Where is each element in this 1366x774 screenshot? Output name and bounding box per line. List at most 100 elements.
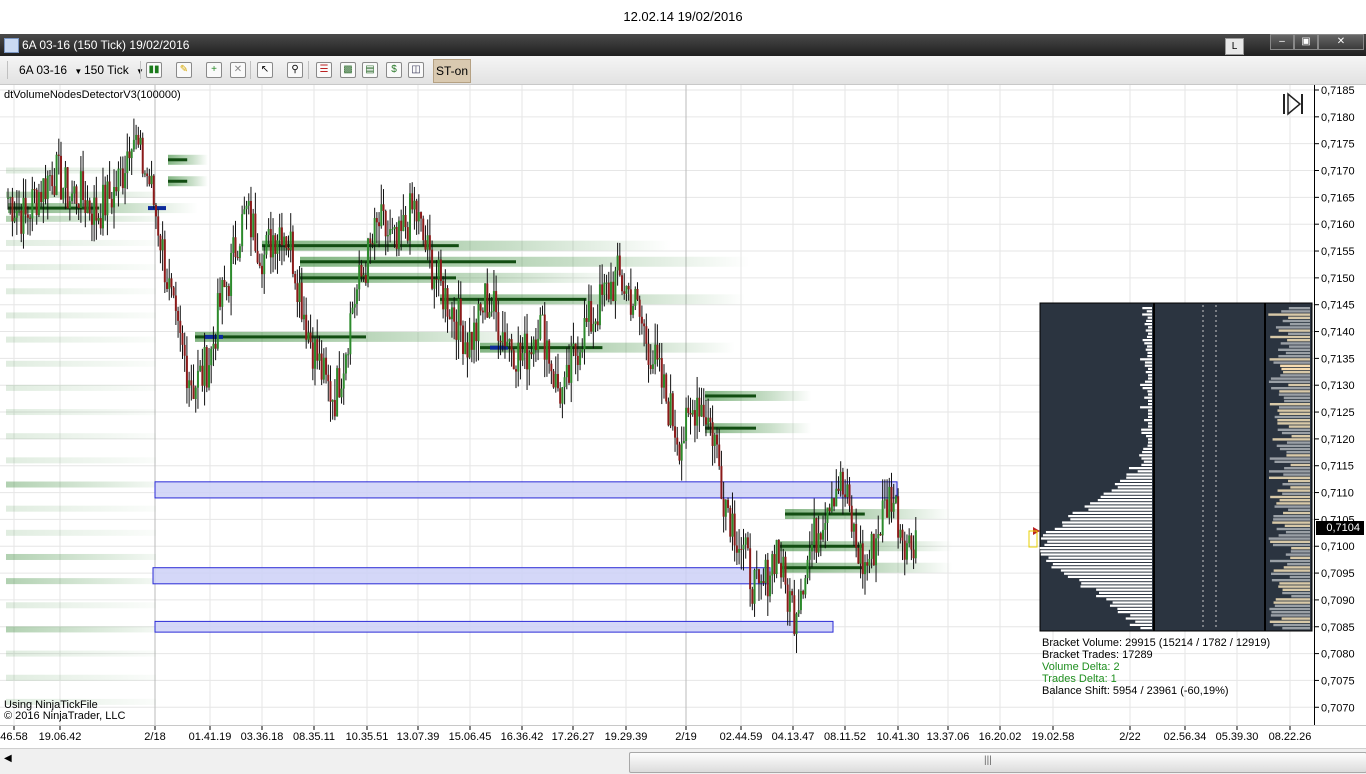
candle-body bbox=[214, 343, 217, 349]
candle-body bbox=[607, 282, 610, 300]
minimize-button[interactable]: – bbox=[1270, 34, 1294, 50]
x-tick-label: 19.02.58 bbox=[1032, 731, 1075, 743]
candle-body bbox=[720, 466, 723, 499]
profile-bar-right bbox=[1290, 556, 1310, 559]
x-tick-label: 13.37.06 bbox=[927, 731, 970, 743]
x-tick-label: 16.20.02 bbox=[979, 731, 1022, 743]
candle-body bbox=[101, 184, 104, 229]
candle-body bbox=[435, 278, 438, 280]
candle-body bbox=[442, 280, 445, 310]
profile-bar-right bbox=[1273, 601, 1310, 604]
indicators-icon[interactable]: ☰ bbox=[316, 62, 332, 78]
profile-bar-right bbox=[1278, 348, 1310, 351]
candle-body bbox=[413, 200, 416, 210]
pointer-icon[interactable]: ↖ bbox=[257, 62, 273, 78]
profile-bar bbox=[1143, 447, 1152, 450]
remove-tool-icon[interactable]: ✕ bbox=[230, 62, 246, 78]
y-tick-label: 0,7070 bbox=[1321, 702, 1355, 714]
candle-body bbox=[565, 364, 568, 378]
st-on-button[interactable]: ST-on bbox=[433, 59, 471, 83]
profile-bar-right bbox=[1288, 508, 1310, 511]
candle-body bbox=[709, 417, 712, 423]
price-axis[interactable]: 0,7185 0,7180 0,7175 0,7170 0,7165 0,7160 0,71… bbox=[1314, 85, 1366, 725]
candle-body bbox=[331, 400, 334, 402]
candle-body bbox=[866, 562, 869, 566]
candle-body bbox=[340, 388, 343, 398]
chart-toolbar: 6A 03-16 ▼ 150 Tick ▼ ▮▮ ✎ + ✕ ↖ ⚲ ☰ ▩ ▤… bbox=[0, 56, 1366, 85]
candle-body bbox=[143, 173, 146, 175]
candle-body bbox=[428, 235, 431, 250]
scroll-left-arrow-icon[interactable]: ◀ bbox=[4, 753, 12, 764]
profile-bar-right bbox=[1288, 316, 1310, 319]
candle-body bbox=[784, 556, 787, 585]
candle-body bbox=[55, 154, 58, 195]
add-indicator-icon[interactable]: + bbox=[206, 62, 222, 78]
candle-body bbox=[90, 213, 93, 225]
left-profile-band bbox=[6, 553, 156, 560]
candle-body bbox=[629, 289, 632, 315]
horizontal-scrollbar[interactable]: ◀ ||| bbox=[0, 748, 1366, 774]
candle-body bbox=[196, 370, 199, 388]
candle-body bbox=[470, 331, 473, 350]
candle-body bbox=[97, 218, 100, 221]
profile-bar-right bbox=[1276, 502, 1310, 505]
scrollbar-thumb[interactable]: ||| bbox=[629, 752, 1366, 773]
candle-body bbox=[481, 310, 484, 313]
candle-body bbox=[835, 488, 838, 507]
close-button[interactable]: ✕ bbox=[1318, 34, 1364, 50]
candlestick-style-icon[interactable]: ▮▮ bbox=[146, 62, 162, 78]
interval-selector[interactable]: 150 Tick ▼ bbox=[84, 62, 144, 78]
price-chart[interactable] bbox=[0, 85, 1314, 725]
profile-bar-right bbox=[1290, 486, 1310, 489]
instrument-selector[interactable]: 6A 03-16 ▼ bbox=[19, 62, 82, 78]
zoom-icon[interactable]: ⚲ bbox=[287, 62, 303, 78]
candle-body bbox=[662, 374, 665, 388]
candle-body bbox=[154, 205, 157, 217]
candle-body bbox=[400, 220, 403, 232]
profile-bar-right bbox=[1274, 505, 1310, 508]
restore-button[interactable]: ▣ bbox=[1294, 34, 1318, 50]
candle-body bbox=[64, 167, 67, 188]
candle-body bbox=[879, 534, 882, 536]
money-icon[interactable]: $ bbox=[386, 62, 402, 78]
candle-body bbox=[110, 198, 113, 208]
x-tick-label: 2/19 bbox=[675, 731, 696, 743]
candle-body bbox=[691, 410, 694, 415]
profile-bar bbox=[1126, 473, 1152, 476]
profile-bar bbox=[1090, 502, 1152, 505]
profile-bar-right bbox=[1269, 457, 1310, 460]
candle-body bbox=[833, 498, 836, 507]
volume-node-core bbox=[705, 394, 756, 398]
candle-body bbox=[117, 168, 120, 192]
candle-body bbox=[846, 484, 849, 498]
pencil-draw-icon[interactable]: ✎ bbox=[176, 62, 192, 78]
l-button[interactable]: L bbox=[1225, 38, 1244, 55]
candle-body bbox=[243, 209, 246, 215]
candle-body bbox=[773, 554, 776, 575]
profile-bar-right bbox=[1284, 524, 1310, 527]
candle-body bbox=[501, 332, 504, 343]
candle-body bbox=[60, 155, 63, 200]
time-axis[interactable]: 46.58 19.06.42 2/18 01.41.19 03.36.18 08.35.1… bbox=[0, 725, 1366, 746]
candle-body bbox=[632, 305, 635, 315]
candle-body bbox=[760, 581, 763, 584]
profile-bar-right bbox=[1270, 377, 1310, 380]
strategies-icon[interactable]: ▩ bbox=[340, 62, 356, 78]
profile-bar-right bbox=[1270, 540, 1310, 543]
toolbar-separator bbox=[140, 61, 141, 79]
candle-body bbox=[267, 229, 270, 236]
candle-body bbox=[307, 332, 310, 340]
candle-body bbox=[141, 137, 144, 174]
data-series-icon[interactable]: ▤ bbox=[362, 62, 378, 78]
candle-body bbox=[744, 537, 747, 545]
candle-body bbox=[99, 218, 102, 229]
candle-body bbox=[247, 200, 250, 206]
candle-body bbox=[815, 518, 818, 553]
candle-body bbox=[57, 154, 60, 156]
profile-bar-right bbox=[1291, 435, 1310, 438]
candle-body bbox=[731, 513, 734, 537]
candle-body bbox=[316, 339, 319, 361]
profile-bar-right bbox=[1277, 409, 1310, 412]
grip-icon: ||| bbox=[984, 755, 992, 766]
properties-icon[interactable]: ◫ bbox=[408, 62, 424, 78]
